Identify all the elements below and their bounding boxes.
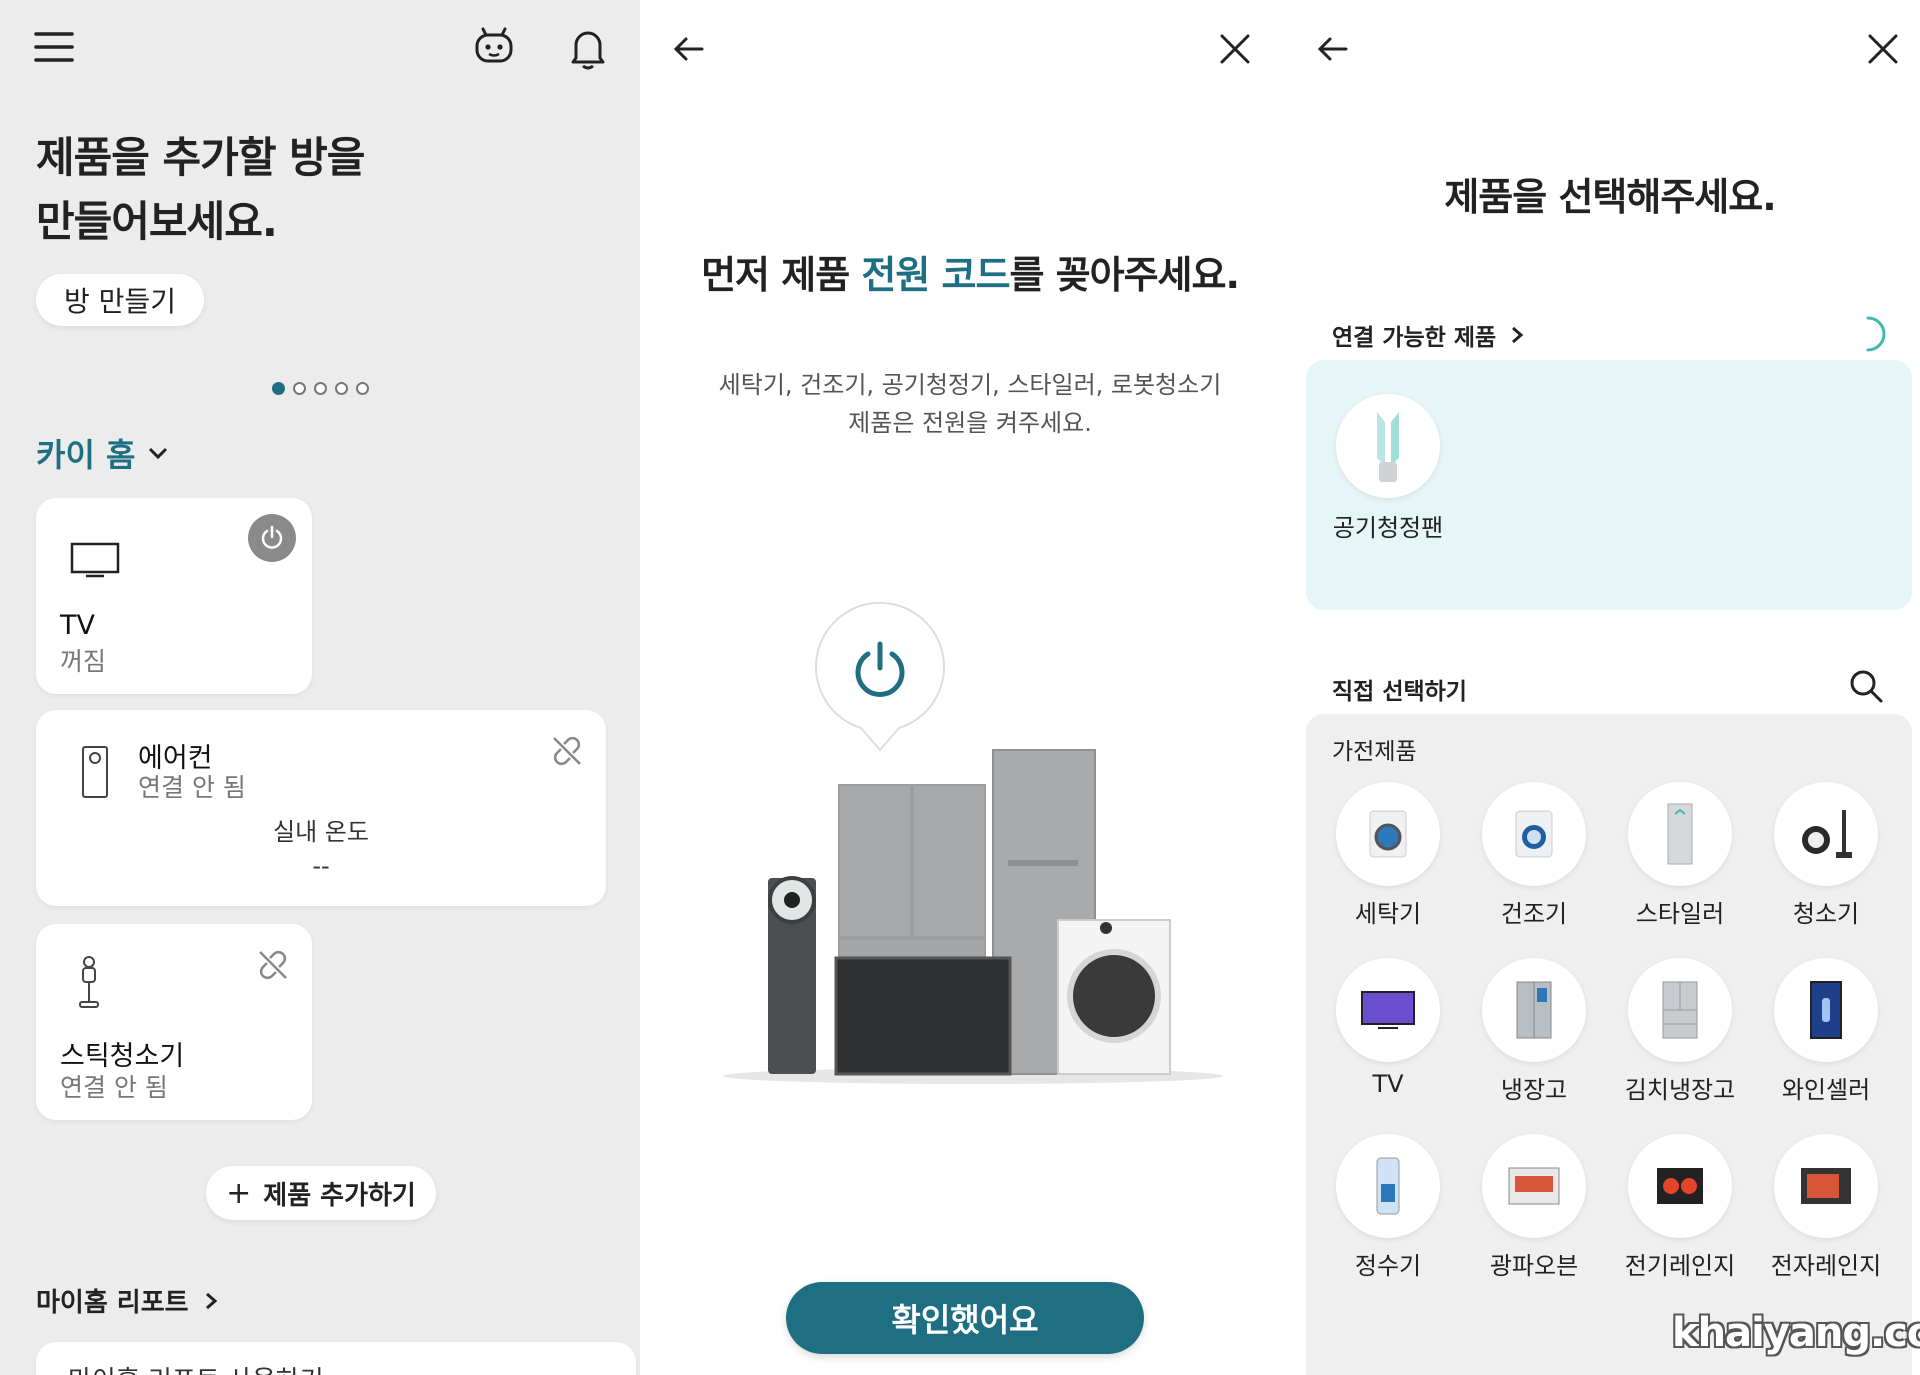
- aircon-icon: [80, 744, 110, 804]
- loading-spinner-icon: [1848, 314, 1888, 358]
- device-name: TV: [60, 610, 95, 641]
- back-arrow-icon[interactable]: [1316, 34, 1350, 68]
- report-header[interactable]: 마이홈 리포트: [36, 1282, 221, 1319]
- carousel-dot: [293, 382, 306, 395]
- connectable-label: 연결 가능한 제품: [1332, 325, 1497, 351]
- indoor-temp-value: --: [312, 852, 330, 880]
- product-label: 세탁기: [1354, 900, 1422, 928]
- carousel-dot: [356, 382, 369, 395]
- product-label: 전기레인지: [1624, 1252, 1736, 1280]
- carousel-indicator: [268, 380, 373, 399]
- product-refrigerator[interactable]: [1482, 958, 1586, 1062]
- product-grid: 가전제품 세탁기 건조기 스타일러 청소기 TV 냉장고 김치냉장고 와인셀러 …: [1306, 714, 1912, 1375]
- product-electric-range[interactable]: [1628, 1134, 1732, 1238]
- home-name: 카이 홈: [36, 436, 136, 474]
- product-washer[interactable]: [1336, 782, 1440, 886]
- device-card-tv[interactable]: TV 꺼짐: [36, 498, 312, 694]
- product-light-oven[interactable]: [1482, 1134, 1586, 1238]
- connectable-item-air-purifier-fan[interactable]: [1336, 394, 1440, 498]
- confirm-button[interactable]: 확인했어요: [786, 1282, 1144, 1354]
- report-title: 마이홈 리포트: [36, 1288, 189, 1318]
- product-label: 와인셀러: [1781, 1076, 1871, 1104]
- dryer-icon: [1515, 810, 1553, 858]
- unlinked-icon: [550, 734, 584, 772]
- unlinked-icon: [256, 948, 290, 986]
- vacuum-icon: [1802, 810, 1852, 858]
- washer-icon: [1369, 810, 1407, 858]
- microwave-icon: [1801, 1168, 1851, 1204]
- connectable-header[interactable]: 연결 가능한 제품: [1332, 318, 1526, 352]
- chevron-down-icon: [149, 447, 168, 460]
- device-status: 연결 안 됨: [60, 1073, 168, 1102]
- product-tv[interactable]: [1336, 958, 1440, 1062]
- product-microwave[interactable]: [1774, 1134, 1878, 1238]
- product-label: 청소기: [1792, 900, 1860, 928]
- product-label: 광파오븐: [1489, 1252, 1579, 1280]
- plus-icon: +: [226, 1175, 252, 1211]
- device-status: 꺼짐: [60, 647, 107, 676]
- device-status: 연결 안 됨: [138, 773, 246, 802]
- product-water-purifier[interactable]: [1336, 1134, 1440, 1238]
- product-dryer[interactable]: [1482, 782, 1586, 886]
- chatbot-icon[interactable]: [472, 26, 516, 70]
- product-label: 전자레인지: [1770, 1252, 1882, 1280]
- light-oven-icon: [1508, 1167, 1560, 1205]
- carousel-dot: [335, 382, 348, 395]
- connectable-list: 공기청정팬: [1306, 360, 1912, 610]
- water-purifier-icon: [1376, 1157, 1400, 1215]
- product-label: 김치냉장고: [1624, 1076, 1736, 1104]
- product-kimchi-refrigerator[interactable]: [1628, 958, 1732, 1062]
- direct-select-label: 직접 선택하기: [1332, 679, 1467, 705]
- connectable-item-label: 공기청정팬: [1332, 514, 1444, 542]
- power-button[interactable]: [248, 514, 296, 562]
- product-label: TV: [1372, 1070, 1404, 1098]
- report-card[interactable]: 마이홈 리포트 사용하기: [36, 1342, 636, 1375]
- carousel-dot: [314, 382, 327, 395]
- chevron-right-icon: [205, 1292, 217, 1309]
- close-icon[interactable]: [1218, 32, 1252, 70]
- product-vacuum[interactable]: [1774, 782, 1878, 886]
- back-arrow-icon[interactable]: [672, 34, 706, 68]
- power-guide-title: 먼저 제품 전원 코드를 꽂아주세요.: [701, 253, 1240, 297]
- watermark: khaiyang.com: [1672, 1310, 1920, 1356]
- device-card-stick-vacuum[interactable]: 스틱청소기 연결 안 됨: [36, 924, 312, 1120]
- add-product-button[interactable]: + 제품 추가하기: [206, 1166, 436, 1220]
- bell-icon[interactable]: [568, 26, 608, 74]
- menu-icon[interactable]: [34, 30, 76, 68]
- home-panel: 제품을 추가할 방을 만들어보세요. 방 만들기 카이 홈 TV 꺼짐 에어컨 …: [0, 0, 640, 1375]
- tv-icon: [1361, 991, 1415, 1029]
- product-label: 건조기: [1500, 900, 1568, 928]
- product-select-title: 제품을 선택해주세요.: [1444, 175, 1776, 219]
- power-guide-description: 세탁기, 건조기, 공기청정기, 스타일러, 로봇청소기 제품은 전원을 켜주세…: [718, 371, 1222, 437]
- product-select-panel: 제품을 선택해주세요. 연결 가능한 제품 공기청정팬 직접 선택하기 가전제품…: [1300, 0, 1920, 1375]
- power-icon: [261, 525, 283, 549]
- product-label: 정수기: [1354, 1252, 1422, 1280]
- report-item-label: 마이홈 리포트 사용하기: [68, 1360, 324, 1375]
- product-label: 냉장고: [1500, 1076, 1568, 1104]
- wine-cellar-icon: [1810, 981, 1842, 1039]
- indoor-temp-label: 실내 온도: [273, 818, 369, 846]
- make-room-button[interactable]: 방 만들기: [36, 274, 204, 326]
- home-selector[interactable]: 카이 홈: [36, 430, 171, 476]
- chevron-right-icon: [1512, 326, 1524, 344]
- room-title: 제품을 추가할 방을 만들어보세요.: [36, 133, 365, 246]
- device-card-aircon[interactable]: 에어컨 연결 안 됨 실내 온도 --: [36, 710, 606, 906]
- air-purifier-fan-icon: [1377, 412, 1399, 482]
- close-icon[interactable]: [1866, 32, 1900, 70]
- power-guide-panel: 먼저 제품 전원 코드를 꽂아주세요. 세탁기, 건조기, 공기청정기, 스타일…: [640, 0, 1300, 1375]
- product-label: 스타일러: [1635, 900, 1725, 928]
- kimchi-refrigerator-icon: [1662, 981, 1698, 1039]
- product-styler[interactable]: [1628, 782, 1732, 886]
- appliances-illustration: [710, 600, 1230, 1094]
- stick-vacuum-icon: [74, 954, 104, 1014]
- electric-range-icon: [1657, 1168, 1703, 1204]
- refrigerator-icon: [1516, 981, 1552, 1039]
- product-wine-cellar[interactable]: [1774, 958, 1878, 1062]
- category-label: 가전제품: [1332, 739, 1417, 765]
- styler-icon: [1667, 803, 1693, 865]
- add-product-label: 제품 추가하기: [263, 1180, 416, 1211]
- search-icon[interactable]: [1848, 668, 1884, 708]
- carousel-dot: [272, 382, 285, 395]
- tv-icon: [70, 542, 120, 582]
